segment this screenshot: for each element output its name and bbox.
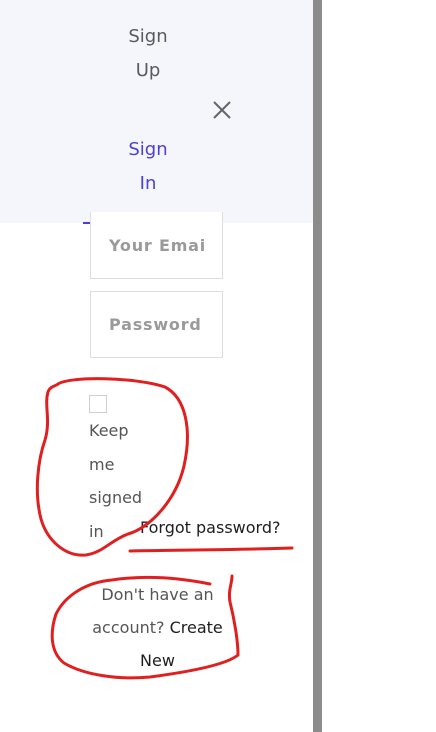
password-field[interactable] bbox=[90, 291, 223, 358]
annotation-underline-forgot bbox=[128, 546, 294, 553]
signup-prompt-account: account? bbox=[92, 618, 165, 637]
signin-link-line2: In bbox=[139, 173, 157, 194]
email-field[interactable] bbox=[90, 212, 223, 279]
menu-panel: Sign Up Sign In bbox=[0, 0, 313, 223]
keep-signed-in-checkbox[interactable] bbox=[89, 395, 107, 413]
close-button[interactable] bbox=[206, 94, 238, 126]
scrollbar-track[interactable] bbox=[313, 0, 322, 732]
signup-link[interactable]: Sign Up bbox=[0, 20, 296, 88]
signup-prompt-line1: Don't have an bbox=[101, 585, 214, 604]
blank-area bbox=[322, 0, 436, 732]
keep-signed-in-label: Keep me signed in bbox=[89, 414, 142, 548]
signup-prompt-line2: account? Create bbox=[90, 611, 225, 644]
create-new-link-b[interactable]: New bbox=[140, 651, 175, 670]
signup-prompt-line3: New bbox=[90, 644, 225, 677]
signup-prompt: Don't have an account? Create New bbox=[90, 578, 225, 677]
signup-link-line1: Sign bbox=[128, 26, 168, 47]
keep-word-1: Keep bbox=[89, 421, 129, 440]
forgot-password-link[interactable]: Forgot password? bbox=[140, 518, 280, 537]
keep-word-3: signed bbox=[89, 488, 143, 507]
keep-word-4: in bbox=[89, 521, 104, 541]
signin-link-line1: Sign bbox=[128, 139, 168, 160]
signin-link[interactable]: Sign In bbox=[0, 133, 296, 201]
close-icon bbox=[213, 101, 231, 119]
keep-word-2: me bbox=[89, 454, 115, 474]
signup-link-line2: Up bbox=[135, 60, 161, 81]
create-new-link-a[interactable]: Create bbox=[170, 618, 223, 637]
